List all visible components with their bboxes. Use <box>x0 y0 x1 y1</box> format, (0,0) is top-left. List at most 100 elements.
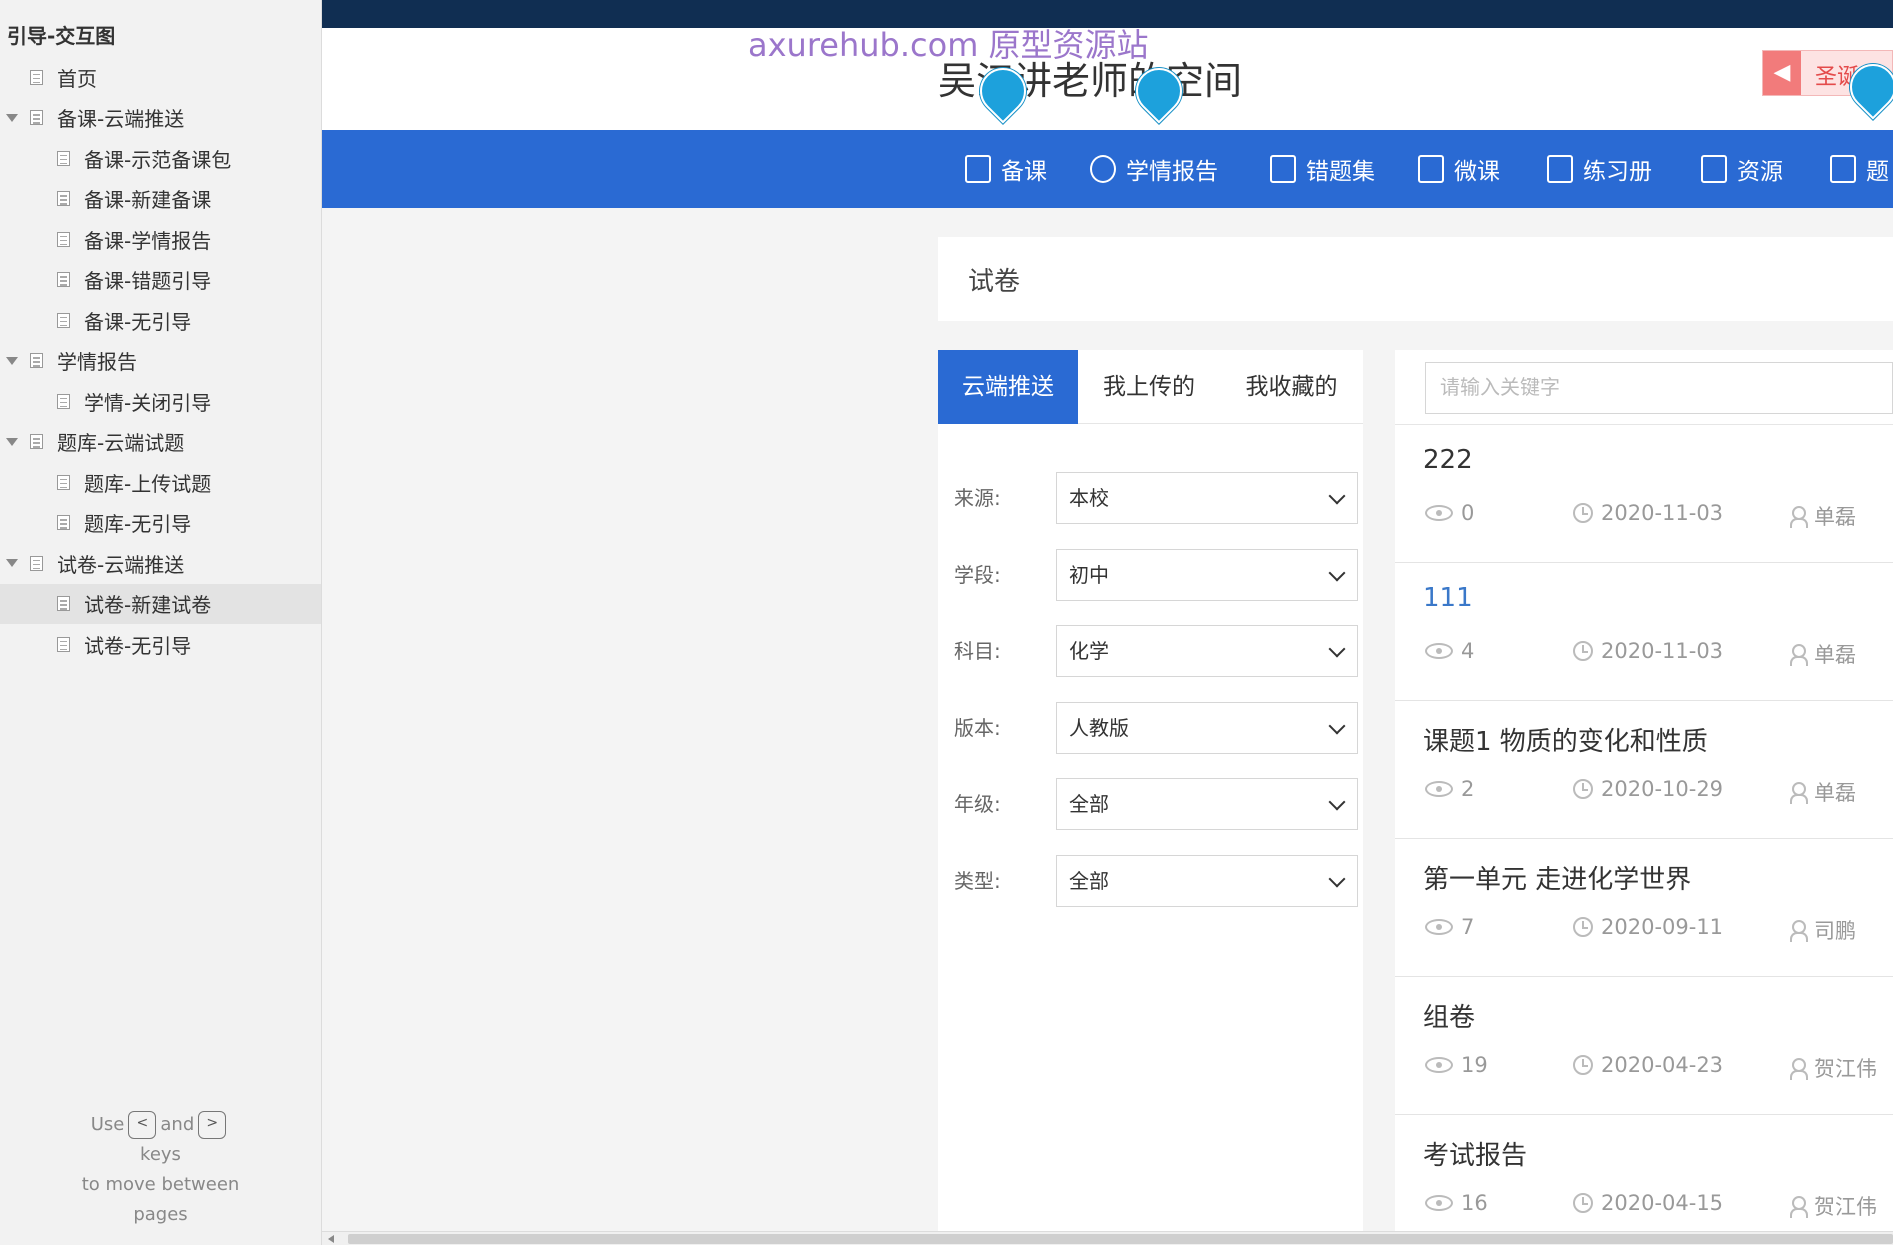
date-value: 2020-09-11 <box>1601 915 1724 939</box>
tree-item-report-close[interactable]: 学情-关闭引导 <box>0 381 321 422</box>
nav-label: 资源 <box>1737 159 1783 185</box>
paper-meta: 2 2020-10-29 单磊 <box>1425 777 1893 807</box>
paper-title[interactable]: 111 <box>1423 583 1473 613</box>
filter-label: 版本: <box>954 716 1001 740</box>
tree-item-home[interactable]: 首页 <box>0 57 321 98</box>
nav-report[interactable]: 学情报告 <box>1090 130 1218 208</box>
tree-item-paper-cloud[interactable]: 试卷-云端推送 <box>0 543 321 584</box>
views-count: 19 <box>1425 1053 1488 1077</box>
user-icon <box>1790 1196 1808 1218</box>
nav-mistakes[interactable]: 错题集 <box>1270 130 1375 208</box>
tree-item-bank-noguide[interactable]: 题库-无引导 <box>0 503 321 544</box>
type-select[interactable]: 全部 <box>1056 855 1358 907</box>
tree-item-prep-report[interactable]: 备课-学情报告 <box>0 219 321 260</box>
eye-icon <box>1425 919 1453 935</box>
select-value: 化学 <box>1069 639 1109 663</box>
tab-my-favorites[interactable]: 我收藏的 <box>1220 350 1363 424</box>
select-value: 全部 <box>1069 792 1109 816</box>
paper-title[interactable]: 222 <box>1423 445 1473 475</box>
expand-arrow-icon[interactable] <box>6 113 18 122</box>
tab-my-uploads[interactable]: 我上传的 <box>1078 350 1220 424</box>
select-value: 全部 <box>1069 869 1109 893</box>
tree-item-prep-demo[interactable]: 备课-示范备课包 <box>0 138 321 179</box>
stage-select[interactable]: 初中 <box>1056 549 1358 601</box>
nav-resources[interactable]: 资源 <box>1701 130 1783 208</box>
horizontal-scrollbar[interactable] <box>322 1231 1893 1245</box>
tab-cloud-push[interactable]: 云端推送 <box>938 350 1078 424</box>
paper-title[interactable]: 第一单元 走进化学世界 <box>1423 859 1691 896</box>
user-icon <box>1790 782 1808 804</box>
nav-label: 备课 <box>1001 159 1047 185</box>
list-item: 课题1 物质的变化和性质 2 2020-10-29 单磊 <box>1395 701 1893 839</box>
expand-arrow-icon[interactable] <box>6 437 18 446</box>
eye-icon <box>1425 643 1453 659</box>
grade-select[interactable]: 全部 <box>1056 778 1358 830</box>
expand-arrow-icon[interactable] <box>6 559 18 568</box>
tree-item-paper-noguide[interactable]: 试卷-无引导 <box>0 624 321 665</box>
filter-edition: 版本: 人教版 <box>954 702 1358 754</box>
tree-item-bank-upload[interactable]: 题库-上传试题 <box>0 462 321 503</box>
page-icon <box>30 555 43 571</box>
nav-workbook[interactable]: 练习册 <box>1547 130 1652 208</box>
edition-select[interactable]: 人教版 <box>1056 702 1358 754</box>
date-value: 2020-10-29 <box>1601 777 1724 801</box>
filter-label: 来源: <box>954 486 1001 510</box>
user-icon <box>1790 644 1808 666</box>
hint-text: to move between <box>81 1174 240 1195</box>
nav-microlesson[interactable]: 微课 <box>1418 130 1500 208</box>
tree-item-report[interactable]: 学情报告 <box>0 341 321 382</box>
notebook-icon <box>1547 155 1573 183</box>
paper-title[interactable]: 组卷 <box>1423 997 1475 1034</box>
paper-author: 司鹏 <box>1790 915 1856 945</box>
tree-item-prep-mistakes[interactable]: 备课-错题引导 <box>0 260 321 301</box>
page-icon <box>30 434 43 450</box>
paper-date: 2020-09-11 <box>1573 915 1723 939</box>
page-tree: 首页 备课-云端推送 备课-示范备课包 备课-新建备课 备课-学情报告 备课-错… <box>0 57 321 665</box>
hint-text: pages <box>133 1204 188 1225</box>
tree-item-label: 备课-错题引导 <box>84 269 212 294</box>
page-icon <box>57 474 70 490</box>
expand-arrow-icon[interactable] <box>6 356 18 365</box>
tree-item-label: 试卷-无引导 <box>84 633 192 658</box>
project-title: 引导-交互图 <box>7 24 116 48</box>
paper-meta: 7 2020-09-11 司鹏 <box>1425 915 1893 945</box>
keyboard-hint: Use < and > keys to move between pages <box>0 1110 321 1230</box>
tree-item-label: 试卷-新建试卷 <box>84 593 212 618</box>
views-count: 7 <box>1425 915 1474 939</box>
paper-title[interactable]: 课题1 物质的变化和性质 <box>1423 721 1708 758</box>
right-key-icon: > <box>198 1111 227 1139</box>
scroll-left-icon[interactable] <box>328 1235 334 1243</box>
page-icon <box>30 353 43 369</box>
paper-title[interactable]: 考试报告 <box>1423 1135 1527 1172</box>
tree-item-paper-new[interactable]: 试卷-新建试卷 <box>0 583 321 624</box>
filter-grade: 年级: 全部 <box>954 778 1358 830</box>
nav-prep[interactable]: 备课 <box>965 130 1047 208</box>
tree-item-label: 试卷-云端推送 <box>57 552 185 577</box>
list-item: 222 0 2020-11-03 单磊 <box>1395 425 1893 563</box>
select-value: 初中 <box>1069 563 1109 587</box>
page-icon <box>57 636 70 652</box>
paper-list-panel: 222 0 2020-11-03 单磊 111 4 2020-11-03 单磊 … <box>1395 350 1893 1231</box>
clock-icon <box>1573 917 1593 937</box>
search-input[interactable] <box>1425 362 1893 414</box>
tree-item-prep-new[interactable]: 备课-新建备课 <box>0 179 321 220</box>
subject-select[interactable]: 化学 <box>1056 625 1358 677</box>
views-count: 2 <box>1425 777 1474 801</box>
paper-date: 2020-10-29 <box>1573 777 1723 801</box>
author-value: 贺江伟 <box>1814 1195 1877 1219</box>
nav-questions[interactable]: 题 <box>1830 130 1889 208</box>
tree-item-bank-cloud[interactable]: 题库-云端试题 <box>0 422 321 463</box>
views-value: 4 <box>1461 639 1475 663</box>
tree-item-label: 首页 <box>57 66 97 91</box>
source-select[interactable]: 本校 <box>1056 472 1358 524</box>
views-value: 0 <box>1461 501 1475 525</box>
chevron-down-icon <box>1328 487 1346 505</box>
left-key-icon: < <box>128 1111 157 1139</box>
scrollbar-thumb[interactable] <box>348 1234 1893 1244</box>
filter-panel: 云端推送 我上传的 我收藏的 来源: 本校 学段: 初中 科目: 化学 版本: … <box>938 350 1363 1231</box>
document-icon <box>965 155 991 183</box>
tree-item-prep-noguide[interactable]: 备课-无引导 <box>0 300 321 341</box>
date-value: 2020-04-23 <box>1601 1053 1724 1077</box>
tree-item-prep-cloud[interactable]: 备课-云端推送 <box>0 98 321 139</box>
tree-item-label: 备课-无引导 <box>84 309 192 334</box>
